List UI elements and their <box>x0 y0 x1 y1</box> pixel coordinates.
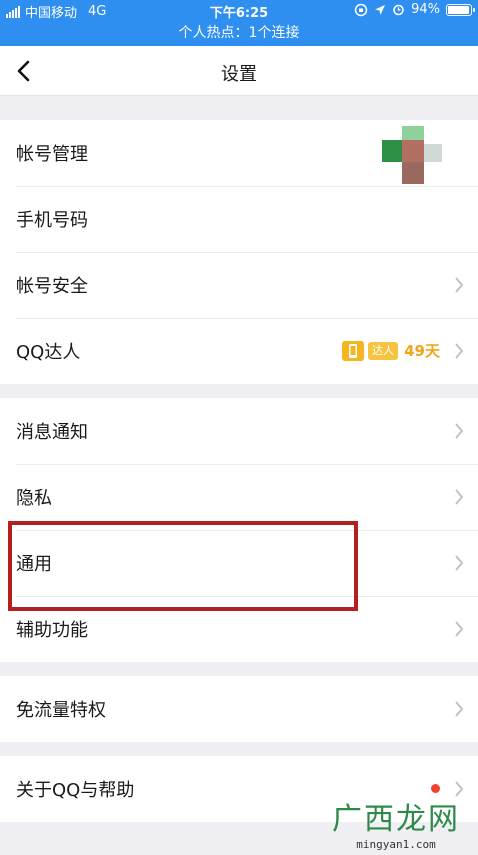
hotspot-banner[interactable]: 个人热点：1个连接 <box>0 22 478 42</box>
settings-item-notifications[interactable]: 消息通知 <box>0 398 478 464</box>
chevron-right-icon <box>455 343 464 359</box>
settings-item-label: 关于QQ与帮助 <box>16 780 135 801</box>
settings-item-label: 手机号码 <box>16 210 88 231</box>
watermark: 广西龙网 mingyan1.com <box>332 794 460 851</box>
settings-item-qq-daren[interactable]: QQ达人 达人 49天 <box>0 318 478 384</box>
daren-badge: 达人 <box>368 341 399 360</box>
avatar <box>382 126 444 188</box>
chevron-right-icon <box>455 423 464 439</box>
settings-item-label: 帐号安全 <box>16 276 88 297</box>
settings-item-label: 隐私 <box>16 488 52 509</box>
watermark-brand: 广西龙网 <box>332 802 460 837</box>
account-group: 帐号管理 手机号码 帐号安全 QQ达人 达人 49天 <box>0 120 478 384</box>
rotation-lock-icon <box>354 3 368 16</box>
settings-item-label: 消息通知 <box>16 422 88 443</box>
settings-item-account-management[interactable]: 帐号管理 <box>0 120 478 186</box>
daren-phone-icon <box>342 340 365 361</box>
settings-item-account-security[interactable]: 帐号安全 <box>0 252 478 318</box>
settings-item-label: 免流量特权 <box>16 700 106 721</box>
settings-item-label: 帐号管理 <box>16 144 88 165</box>
chevron-right-icon <box>455 555 464 571</box>
notification-dot <box>431 784 440 793</box>
chevron-right-icon <box>455 701 464 717</box>
chevron-right-icon <box>455 621 464 637</box>
chevron-right-icon <box>455 489 464 505</box>
battery-percent: 94% <box>411 2 440 17</box>
settings-item-label: QQ达人 <box>16 342 81 363</box>
alarm-icon <box>393 4 404 16</box>
battery-icon <box>446 3 475 16</box>
watermark-url: mingyan1.com <box>356 838 436 851</box>
daren-days: 49天 <box>404 342 440 360</box>
settings-item-label: 辅助功能 <box>16 620 88 641</box>
highlight-box <box>8 521 358 611</box>
settings-item-phone-number[interactable]: 手机号码 <box>0 186 478 252</box>
settings-item-free-data[interactable]: 免流量特权 <box>0 676 478 742</box>
page-title: 设置 <box>221 64 257 85</box>
data-free-group: 免流量特权 <box>0 676 478 742</box>
location-icon <box>375 4 386 15</box>
nav-bar: 设置 <box>0 46 478 96</box>
chevron-right-icon <box>455 277 464 293</box>
status-bar: 中国移动 4G 下午6:25 94% 个人热点：1个连接 <box>0 0 478 46</box>
